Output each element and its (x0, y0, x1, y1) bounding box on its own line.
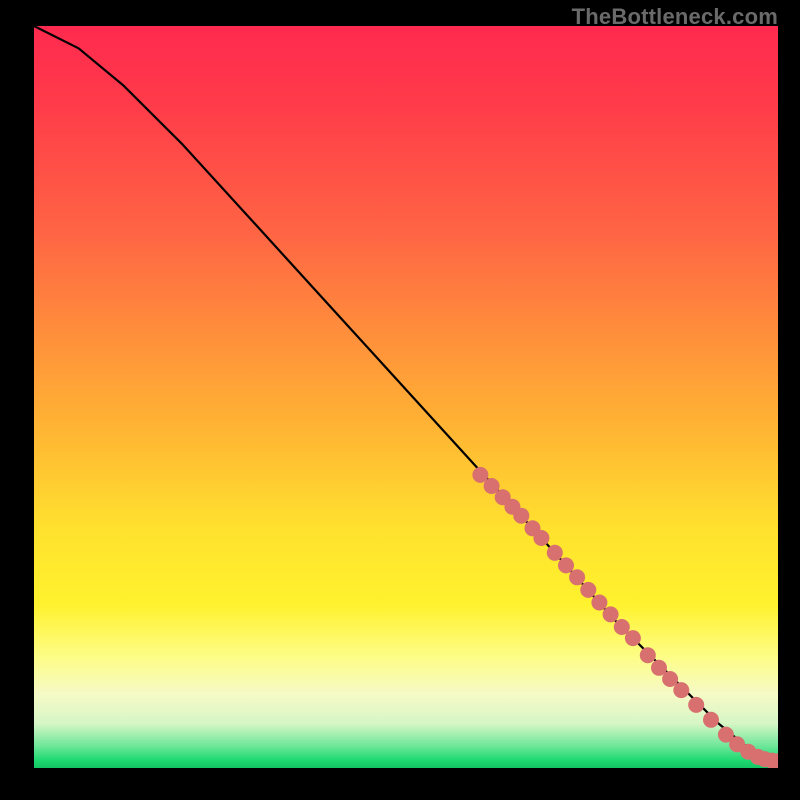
data-point (504, 499, 520, 515)
data-point (640, 647, 656, 663)
data-point (495, 489, 511, 505)
data-point (718, 727, 734, 743)
data-point (729, 736, 745, 752)
data-point (750, 749, 766, 765)
data-point (580, 582, 596, 598)
data-point (603, 606, 619, 622)
data-point (547, 545, 563, 561)
data-point (770, 753, 778, 768)
data-point (472, 467, 488, 483)
data-point (662, 671, 678, 687)
data-point (558, 557, 574, 573)
data-point (625, 630, 641, 646)
data-points (472, 467, 778, 768)
data-point (525, 520, 541, 536)
data-point (651, 660, 667, 676)
plot-area (34, 26, 778, 768)
data-point (764, 753, 778, 768)
data-point (703, 712, 719, 728)
chart-svg (34, 26, 778, 768)
data-point (569, 569, 585, 585)
data-point (484, 478, 500, 494)
data-point (740, 744, 756, 760)
chart-frame: TheBottleneck.com (0, 0, 800, 800)
data-point (614, 619, 630, 635)
data-point (533, 530, 549, 546)
curve-line (34, 26, 778, 762)
data-point (513, 508, 529, 524)
data-point (591, 595, 607, 611)
data-point (673, 682, 689, 698)
data-point (688, 697, 704, 713)
data-point (757, 751, 773, 767)
